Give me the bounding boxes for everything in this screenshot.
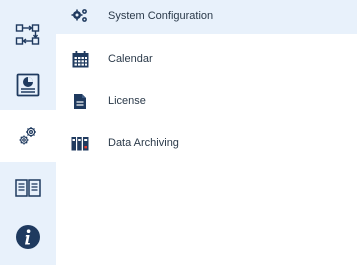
menu-item-license[interactable]: License bbox=[56, 83, 357, 119]
settings-menu: System Configuration Calendar License Da… bbox=[56, 0, 357, 265]
book-icon bbox=[15, 178, 41, 198]
archive-icon bbox=[70, 133, 90, 153]
menu-item-data-archiving[interactable]: Data Archiving bbox=[56, 125, 357, 161]
menu-item-system-configuration[interactable]: System Configuration bbox=[56, 0, 357, 34]
rail-settings-button[interactable] bbox=[0, 110, 56, 162]
menu-item-calendar[interactable]: Calendar bbox=[56, 41, 357, 77]
license-icon bbox=[70, 91, 90, 111]
rail-report-button[interactable] bbox=[0, 60, 56, 110]
rail-workflow-button[interactable] bbox=[0, 10, 56, 60]
info-icon bbox=[15, 224, 41, 250]
rail-manual-button[interactable] bbox=[0, 163, 56, 213]
menu-item-label: Calendar bbox=[108, 53, 153, 65]
menu-item-label: License bbox=[108, 95, 146, 107]
gears-icon bbox=[70, 6, 90, 26]
gears-icon bbox=[16, 124, 40, 148]
rail-info-button[interactable] bbox=[0, 212, 56, 262]
menu-item-label: System Configuration bbox=[108, 10, 214, 22]
calendar-icon bbox=[70, 49, 90, 69]
workflow-icon bbox=[15, 22, 41, 48]
report-icon bbox=[15, 72, 41, 98]
side-rail bbox=[0, 0, 56, 265]
menu-item-label: Data Archiving bbox=[108, 137, 179, 149]
